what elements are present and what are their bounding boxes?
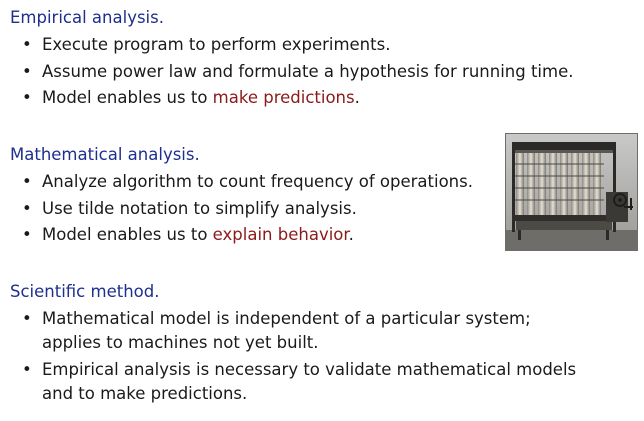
slide: Empirical analysis. Execute program to p… (0, 0, 644, 421)
bullet-item: Model enables us to explain behavior. (22, 223, 473, 247)
difference-engine-image (505, 133, 638, 251)
bullet-list-mathematical: Analyze algorithm to count frequency of … (22, 170, 473, 250)
section-heading-empirical: Empirical analysis. (10, 8, 164, 27)
bullet-item: Assume power law and formulate a hypothe… (22, 60, 573, 84)
section-heading-scientific: Scientific method. (10, 282, 160, 301)
bullet-list-scientific: Mathematical model is independent of a p… (22, 307, 576, 408)
bullet-item: Mathematical model is independent of a p… (22, 307, 576, 355)
bullet-item: Use tilde notation to simplify analysis. (22, 197, 473, 221)
section-heading-mathematical: Mathematical analysis. (10, 145, 200, 164)
difference-engine-illustration (506, 134, 637, 250)
bullet-item: Empirical analysis is necessary to valid… (22, 358, 576, 406)
highlight-text: explain behavior (212, 225, 349, 244)
bullet-item: Execute program to perform experiments. (22, 33, 573, 57)
bullet-item: Analyze algorithm to count frequency of … (22, 170, 473, 194)
highlight-text: make predictions (212, 88, 355, 107)
bullet-item: Model enables us to make predictions. (22, 86, 573, 110)
bullet-list-empirical: Execute program to perform experiments. … (22, 33, 573, 113)
